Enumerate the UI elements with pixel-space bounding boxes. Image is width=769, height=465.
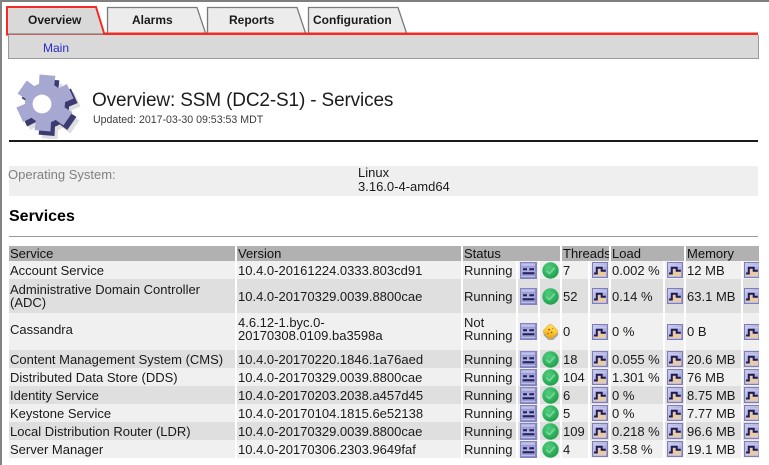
svg-text:Reports: Reports	[229, 13, 275, 27]
svg-text:Configuration: Configuration	[313, 13, 392, 27]
svg-text:Overview: Overview	[28, 13, 82, 27]
svg-text:Alarms: Alarms	[132, 13, 173, 27]
